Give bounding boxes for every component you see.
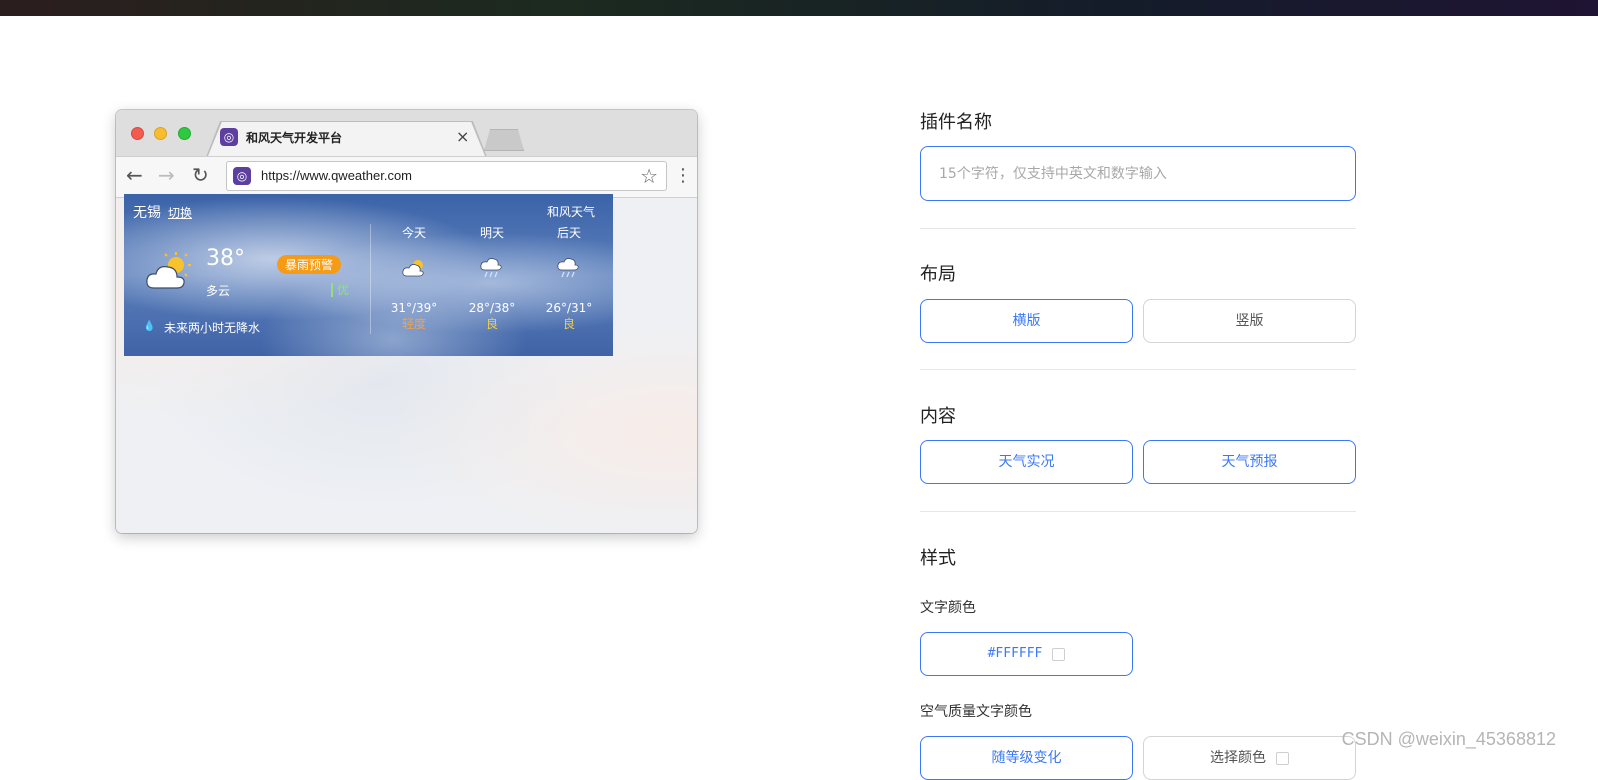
select-color-label: 选择颜色 — [1210, 750, 1266, 766]
content-current-weather-button[interactable]: 天气实况 — [920, 440, 1133, 484]
plugin-name-input[interactable] — [920, 146, 1356, 201]
url-text: https://www.qweather.com — [261, 168, 413, 183]
qweather-logo-icon: ◎ — [220, 128, 238, 146]
rain-cloud-icon — [557, 258, 579, 278]
aqi-color-by-level-button[interactable]: 随等级变化 — [920, 736, 1133, 780]
text-color-label: 文字颜色 — [920, 600, 976, 616]
layout-vertical-button[interactable]: 竖版 — [1143, 299, 1356, 343]
plugin-name-title: 插件名称 — [920, 112, 992, 133]
reload-icon[interactable]: ↻ — [192, 163, 209, 187]
browser-toolbar: ← → ↻ ◎ https://www.qweather.com ☆ ⋮ — [116, 156, 697, 198]
text-color-value: #FFFFFF — [987, 646, 1043, 661]
section-divider — [920, 228, 1356, 229]
current-condition: 多云 — [206, 284, 231, 298]
rain-forecast-text: 未来两小时无降水 — [164, 321, 261, 335]
widget-divider — [370, 224, 371, 334]
forecast-temp-range: 31°/39° — [390, 301, 438, 315]
bookmark-star-icon[interactable]: ☆ — [640, 164, 658, 188]
forecast-day: 今天 31°/39° 轻度 — [384, 224, 444, 332]
forecast-temp-range: 28°/38° — [468, 301, 516, 315]
browser-titlebar: ◎ 和风天气开发平台 × — [116, 110, 697, 157]
weather-widget: 无锡 切换 和风天气 38° 多云 暴雨预警 优 💧 未来两小时无降水 今天 3… — [124, 194, 613, 356]
forecast-air-quality: 轻度 — [401, 317, 426, 331]
widget-settings-panel: 插件名称 布局 横版 竖版 内容 天气实况 天气预报 样式 文字颜色 #FFFF… — [920, 0, 1356, 780]
top-gradient-strip — [0, 0, 1598, 16]
forecast-day: 后天 26°/31° 良 — [539, 224, 599, 332]
rain-cloud-icon — [480, 258, 502, 278]
forecast-temp-range: 26°/31° — [545, 301, 593, 315]
browser-viewport: 无锡 切换 和风天气 38° 多云 暴雨预警 优 💧 未来两小时无降水 今天 3… — [116, 194, 697, 533]
forecast-day: 明天 28°/38° 良 — [462, 224, 522, 332]
forecast-air-quality: 良 — [562, 317, 575, 331]
forecast-day-label: 今天 — [401, 226, 426, 240]
minimize-window-icon[interactable] — [154, 127, 167, 140]
browser-preview: ◎ 和风天气开发平台 × ← → ↻ ◎ https://www.qweathe… — [116, 110, 697, 533]
tab-close-icon[interactable]: × — [456, 127, 469, 146]
qweather-logo-icon: ◎ — [233, 167, 251, 185]
forecast-day-label: 明天 — [479, 226, 504, 240]
aqi-color-select-button[interactable]: 选择颜色 — [1143, 736, 1356, 780]
layout-horizontal-button[interactable]: 横版 — [920, 299, 1133, 343]
partly-cloudy-icon — [402, 260, 424, 277]
aqi-color-label: 空气质量文字颜色 — [920, 704, 1032, 720]
new-tab-button[interactable] — [484, 129, 524, 151]
csdn-watermark: CSDN @weixin_45368812 — [1341, 729, 1556, 749]
content-forecast-button[interactable]: 天气预报 — [1143, 440, 1356, 484]
aqi-label: 优 — [331, 283, 349, 297]
city-name: 无锡 — [133, 205, 161, 221]
sun-cloud-icon — [146, 252, 191, 289]
back-arrow-icon[interactable]: ← — [126, 163, 143, 187]
style-title: 样式 — [920, 548, 956, 569]
layout-title: 布局 — [920, 264, 956, 285]
address-bar[interactable]: ◎ https://www.qweather.com ☆ — [226, 161, 667, 191]
tab-title: 和风天气开发平台 — [246, 131, 343, 145]
close-window-icon[interactable] — [131, 127, 144, 140]
kebab-menu-icon[interactable]: ⋮ — [674, 165, 692, 186]
section-divider — [920, 511, 1356, 512]
forecast-day-label: 后天 — [556, 226, 581, 240]
color-swatch — [1052, 647, 1066, 661]
storm-alert-badge[interactable]: 暴雨预警 — [277, 255, 342, 274]
text-color-picker[interactable]: #FFFFFF — [920, 632, 1133, 676]
forecast-air-quality: 良 — [485, 317, 498, 331]
maximize-window-icon[interactable] — [178, 127, 191, 140]
forward-arrow-icon[interactable]: → — [158, 163, 175, 187]
brand-label: 和风天气 — [546, 205, 595, 219]
switch-city-link[interactable]: 切换 — [168, 204, 192, 221]
color-swatch — [1276, 751, 1289, 765]
content-title: 内容 — [920, 406, 956, 427]
section-divider — [920, 369, 1356, 370]
raindrop-icon: 💧 — [143, 321, 156, 332]
current-temperature: 38° — [206, 246, 245, 271]
